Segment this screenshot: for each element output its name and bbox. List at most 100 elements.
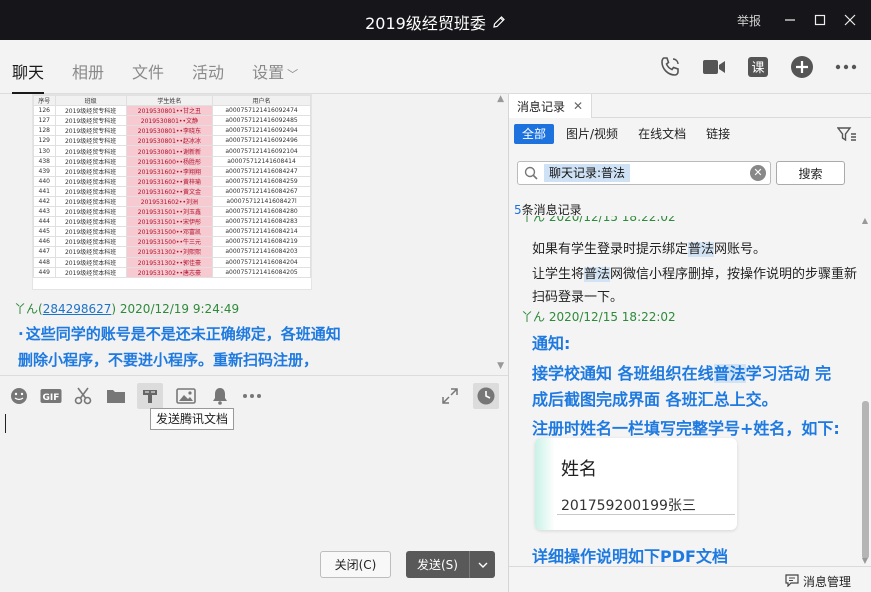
report-button[interactable]: 举报 (737, 12, 761, 29)
send-options-chevron-icon[interactable] (469, 551, 495, 578)
add-icon[interactable] (787, 52, 817, 82)
record-bold-line: 注册时姓名一栏填写完整学号+姓名，如下: (532, 419, 840, 438)
table-cell: a000757121416092485 (212, 115, 311, 127)
chat-scroll-down-icon[interactable]: ▼ (497, 361, 504, 371)
table-cell: 2019531501••宋伊彤 (125, 216, 214, 228)
close-window-icon[interactable] (835, 6, 865, 34)
message-manager-button[interactable]: 消息管理 (785, 573, 851, 590)
table-row: 127 2019级经贸专科班 2019530801••文静 a000757121416… (33, 115, 311, 127)
image-icon[interactable] (173, 383, 199, 409)
table-cell: a000757121416092104 (212, 145, 311, 157)
table-cell: 442 (33, 195, 56, 208)
video-call-icon[interactable] (699, 52, 729, 82)
table-cell: 2019级经贸本科班 (54, 175, 127, 187)
tab-chat[interactable]: 聊天 (12, 40, 45, 94)
more-tools-icon[interactable] (239, 383, 265, 409)
scroll-down-icon[interactable]: ▼ (861, 556, 869, 565)
record-sender-partial: 丫ん 2020/12/15 18:22:02 (521, 216, 676, 224)
table-cell: a000757121416084247 (212, 165, 311, 177)
table-cell: 443 (33, 206, 56, 218)
more-icon[interactable] (831, 52, 861, 82)
name-example-image[interactable]: 姓名 201759200199张三 (535, 438, 737, 530)
header-cell: 序号 (33, 95, 56, 107)
emoji-icon[interactable] (6, 383, 32, 409)
spreadsheet-body: 126 2019级经贸专科班 2019530801••甘之丑 a00075712141… (33, 105, 311, 278)
tencent-docs-icon[interactable] (137, 383, 163, 409)
search-button[interactable]: 搜索 (776, 161, 845, 185)
record-line: 让学生将普法网微信小程序删掉，按操作说明的步骤重新 (532, 263, 857, 282)
tab-settings[interactable]: 设置 ﹀ (252, 40, 298, 94)
filter-links[interactable]: 链接 (698, 124, 738, 144)
message-sender: 丫ん(284298627) 2020/12/19 9:24:49 (14, 300, 239, 317)
table-row: 128 2019级经贸专科班 2019530801••李晓东 a00075712141… (33, 125, 311, 137)
table-cell: 2019级经贸本科班 (54, 216, 127, 228)
chat-message-area[interactable]: 序号 班级 学生姓名 用户名 126 2019级经贸专科班 2019530801••… (0, 94, 508, 375)
table-cell: 446 (33, 236, 56, 248)
message-time: ) 2020/12/19 9:24:49 (111, 302, 240, 316)
table-cell: 2019级经贸本科班 (54, 226, 127, 238)
history-records[interactable]: 丫ん 2020/12/15 18:22:02 如果有学生登录时提示绑定普法网账号… (509, 216, 859, 566)
record-bold-line: 详细操作说明如下PDF文档 (532, 547, 728, 566)
table-cell: 2019级经贸本科班 (54, 266, 127, 278)
history-search-input[interactable]: 聊天记录:普法 ✕ (517, 161, 771, 185)
table-cell: 2019531600••杨胜彤 (125, 155, 214, 167)
expand-icon[interactable] (437, 383, 463, 409)
table-row: 130 2019级经贸专科班 2019530801••谢新新 a00075712141… (33, 145, 311, 157)
clear-search-icon[interactable]: ✕ (750, 165, 766, 181)
filter-icon[interactable] (836, 126, 857, 146)
close-tab-icon[interactable]: ✕ (573, 99, 583, 113)
bullet-icon: · (18, 325, 24, 343)
send-button[interactable]: 发送(S) (406, 551, 495, 578)
table-cell: a000757121416084203 (212, 246, 311, 258)
maximize-icon[interactable] (805, 6, 835, 34)
history-footer: 消息管理 (509, 566, 871, 592)
history-clock-icon[interactable] (473, 383, 499, 409)
search-highlight: 普法 (688, 242, 715, 257)
header-cell: 学生姓名 (125, 95, 214, 107)
scrollbar-thumb[interactable] (862, 401, 869, 559)
table-cell: 129 (33, 135, 56, 147)
record-text: 接学校通知 各班组织在线 (532, 364, 714, 383)
table-cell: 444 (33, 216, 56, 228)
search-icon (524, 166, 538, 184)
history-tab[interactable]: 消息记录 ✕ (509, 94, 593, 118)
record-bold-line: 成后截图完成界面 各班汇总上交。 (532, 390, 778, 409)
table-cell: 447 (33, 246, 56, 258)
folder-icon[interactable] (103, 383, 129, 409)
gif-icon[interactable]: GIF (38, 383, 64, 409)
table-cell: 2019级经贸专科班 (54, 145, 127, 157)
record-bold-line: 通知: (532, 334, 571, 353)
scroll-up-icon[interactable]: ▲ (861, 216, 869, 225)
table-row: 447 2019级经贸本科班 2019531302••刘熙熙 a00075712141… (33, 246, 311, 258)
tab-album[interactable]: 相册 (72, 40, 104, 94)
record-text: 网微信小程序删掉，按操作说明的步骤重新 (610, 267, 858, 282)
svg-text:GIF: GIF (43, 393, 60, 403)
message-manager-icon (785, 573, 799, 590)
history-scrollbar[interactable]: ▲ ▼ (861, 216, 869, 566)
filter-media[interactable]: 图片/视频 (558, 124, 626, 144)
table-row: 449 2019级经贸本科班 2019531302••唐志豪 a00075712141… (33, 266, 311, 278)
close-button[interactable]: 关闭(C) (320, 551, 391, 578)
filter-all[interactable]: 全部 (514, 124, 555, 144)
filter-docs[interactable]: 在线文档 (630, 124, 694, 144)
class-icon[interactable]: 课 (743, 52, 773, 82)
minimize-icon[interactable] (775, 6, 805, 34)
screenshot-scissors-icon[interactable] (70, 383, 96, 409)
sender-qq-link[interactable]: 284298627 (43, 302, 112, 316)
tab-activity[interactable]: 活动 (192, 40, 224, 94)
message-line: 这些同学的账号是不是还未正确绑定，各班通知 (25, 325, 341, 343)
bell-icon[interactable] (207, 383, 233, 409)
table-cell: 445 (33, 226, 56, 238)
svg-text:课: 课 (751, 61, 764, 76)
spreadsheet-image[interactable]: 序号 班级 学生姓名 用户名 126 2019级经贸专科班 2019530801••… (32, 94, 312, 290)
table-cell: 2019级经贸专科班 (54, 105, 127, 117)
header-cell: 班级 (54, 95, 127, 107)
table-cell: a000757121416084280 (212, 206, 311, 218)
edit-icon[interactable] (492, 15, 506, 33)
chat-scroll-up-icon[interactable]: ▲ (497, 94, 504, 104)
tab-files[interactable]: 文件 (132, 40, 164, 94)
tab-settings-label: 设置 (252, 63, 285, 82)
table-row: 129 2019级经贸专科班 2019530801••赵冰冰 a00075712141… (33, 135, 311, 147)
voice-call-icon[interactable] (655, 52, 685, 82)
table-cell: a000757121416084259 (212, 175, 311, 187)
